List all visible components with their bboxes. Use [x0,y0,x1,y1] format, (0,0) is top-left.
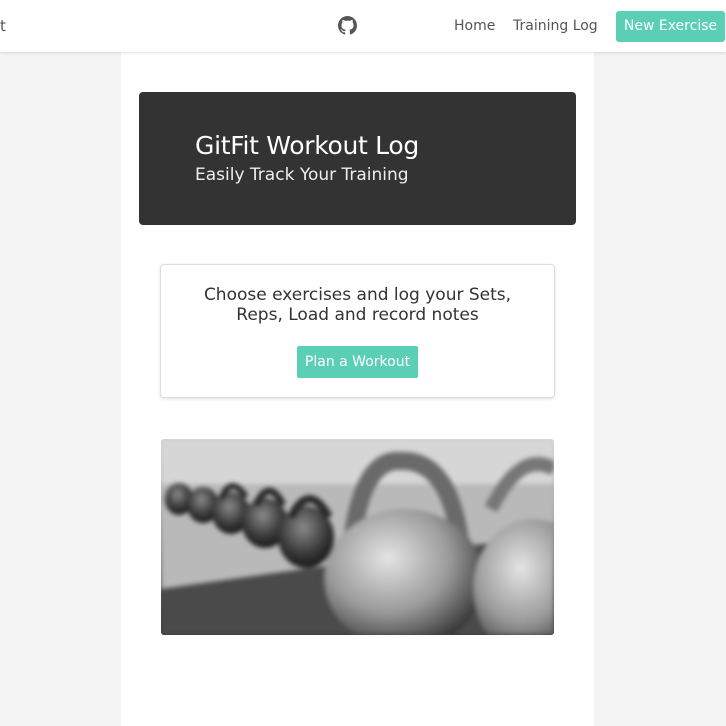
nav-training-log-link[interactable]: Training Log [513,17,598,35]
hero-subtitle: Easily Track Your Training [195,165,409,185]
hero-banner: GitFit Workout Log Easily Track Your Tra… [139,92,576,225]
brand-link[interactable]: t [0,16,6,36]
new-exercise-button[interactable]: New Exercise [616,11,725,42]
plan-description: Choose exercises and log your Sets, Reps… [203,285,512,325]
kettlebells-photo [161,439,554,635]
plan-workout-card: Choose exercises and log your Sets, Reps… [160,264,555,398]
hero-title: GitFit Workout Log [195,131,419,160]
plan-workout-button[interactable]: Plan a Workout [297,346,418,378]
nav-home-link[interactable]: Home [454,17,495,35]
github-icon[interactable] [338,16,357,35]
top-navbar: t Home Training Log New Exercise [0,0,726,52]
